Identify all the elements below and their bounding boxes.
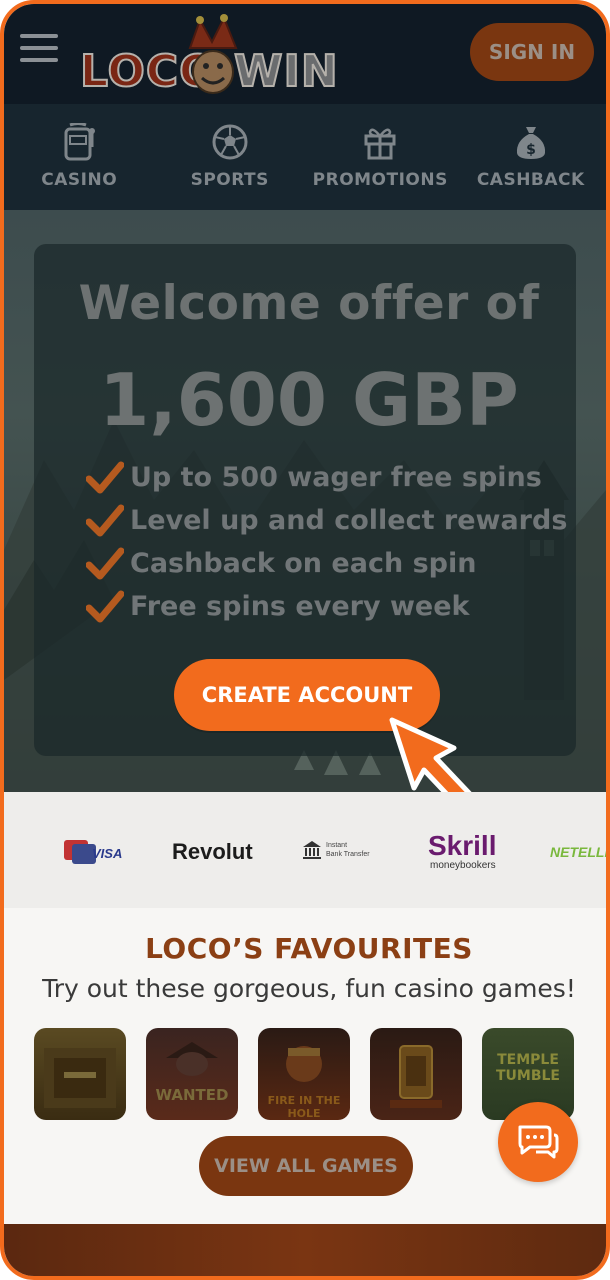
gift-icon <box>360 122 400 162</box>
bullet-text: Up to 500 wager free spins <box>130 462 542 493</box>
game-tile[interactable]: FIRE IN THE HOLE <box>258 1028 350 1120</box>
favourites-title: LOCO’S FAVOURITES <box>145 932 473 965</box>
top-header: LOCO WIN SIGN IN <box>4 4 606 104</box>
favourites-section: LOCO’S FAVOURITES Try out these gorgeous… <box>4 908 606 1224</box>
checkmark-icon <box>86 461 124 493</box>
bank-text-line2: Bank Transfer <box>326 851 370 858</box>
app-frame: LOCO WIN SIGN IN CASINO SPORTS PROMOTION… <box>0 0 610 1280</box>
egypt-game-art <box>390 1045 442 1108</box>
nav-item-casino[interactable]: CASINO <box>4 104 155 210</box>
list-item: Level up and collect rewards <box>86 499 567 542</box>
nav-label-cashback: CASHBACK <box>476 170 585 190</box>
offer-title: Welcome offer of <box>78 276 540 331</box>
list-item: Free spins every week <box>86 585 567 628</box>
game-tile[interactable] <box>370 1028 462 1120</box>
skrill-name: Skrill <box>428 830 497 861</box>
footer-banner-strip <box>4 1224 606 1276</box>
temple-game-art <box>44 1048 116 1108</box>
nav-label-sports: SPORTS <box>190 170 269 190</box>
instant-bank-transfer-logo: Instant Bank Transfer <box>302 840 370 860</box>
view-all-games-button[interactable]: VIEW ALL GAMES <box>199 1136 413 1196</box>
sign-in-button[interactable]: SIGN IN <box>470 23 594 81</box>
list-item: Cashback on each spin <box>86 542 567 585</box>
bullet-text: Free spins every week <box>130 591 470 622</box>
chat-bubble-icon <box>518 1125 559 1159</box>
visa-logo: VISA <box>62 838 122 868</box>
nav-label-casino: CASINO <box>41 170 118 190</box>
nav-label-promotions: PROMOTIONS <box>312 170 448 190</box>
live-chat-button[interactable] <box>498 1102 578 1182</box>
menu-icon[interactable] <box>20 34 58 66</box>
category-nav: CASINO SPORTS PROMOTIONS $ CASHBACK <box>4 104 606 210</box>
game-title: TEMPLE TUMBLE <box>495 1052 560 1084</box>
football-icon <box>210 122 250 162</box>
nav-item-cashback[interactable]: $ CASHBACK <box>456 104 607 210</box>
game-tile[interactable] <box>34 1028 126 1120</box>
payment-methods-strip: VISA Revolut Instant Bank Transfer Skril… <box>4 792 606 908</box>
game-title: WANTED <box>155 1086 229 1104</box>
cowboy-game-art <box>166 1042 218 1076</box>
nav-item-sports[interactable]: SPORTS <box>155 104 306 210</box>
slot-machine-icon <box>59 122 99 162</box>
checkmark-icon <box>86 504 124 536</box>
bank-icon <box>303 841 321 859</box>
site-logo[interactable]: LOCO WIN <box>79 14 340 98</box>
nav-item-promotions[interactable]: PROMOTIONS <box>305 104 456 210</box>
game-tile[interactable]: WANTED <box>146 1028 238 1120</box>
revolut-logo: Revolut <box>172 839 253 864</box>
svg-text:$: $ <box>526 142 536 158</box>
bank-text-line1: Instant <box>326 842 348 849</box>
bullet-text: Cashback on each spin <box>130 548 477 579</box>
checkmark-icon <box>86 547 124 579</box>
visa-text: VISA <box>92 845 123 861</box>
logo-text-win: WIN <box>233 45 339 98</box>
neteller-logo: NETELLER <box>550 844 606 860</box>
bullet-text: Level up and collect rewards <box>130 505 568 536</box>
list-item: Up to 500 wager free spins <box>86 456 567 499</box>
offer-bullet-list: Up to 500 wager free spins Level up and … <box>86 456 567 628</box>
skrill-logo: Skrill moneybookers <box>428 830 497 872</box>
skrill-sub: moneybookers <box>430 860 496 871</box>
offer-amount: 1,600 GBP <box>99 358 519 442</box>
checkmark-icon <box>86 590 124 622</box>
favourites-subtitle: Try out these gorgeous, fun casino games… <box>42 974 576 1003</box>
jester-mascot-icon <box>188 14 238 94</box>
money-bag-icon: $ <box>511 122 551 162</box>
game-title: FIRE IN THE HOLE <box>267 1094 341 1120</box>
